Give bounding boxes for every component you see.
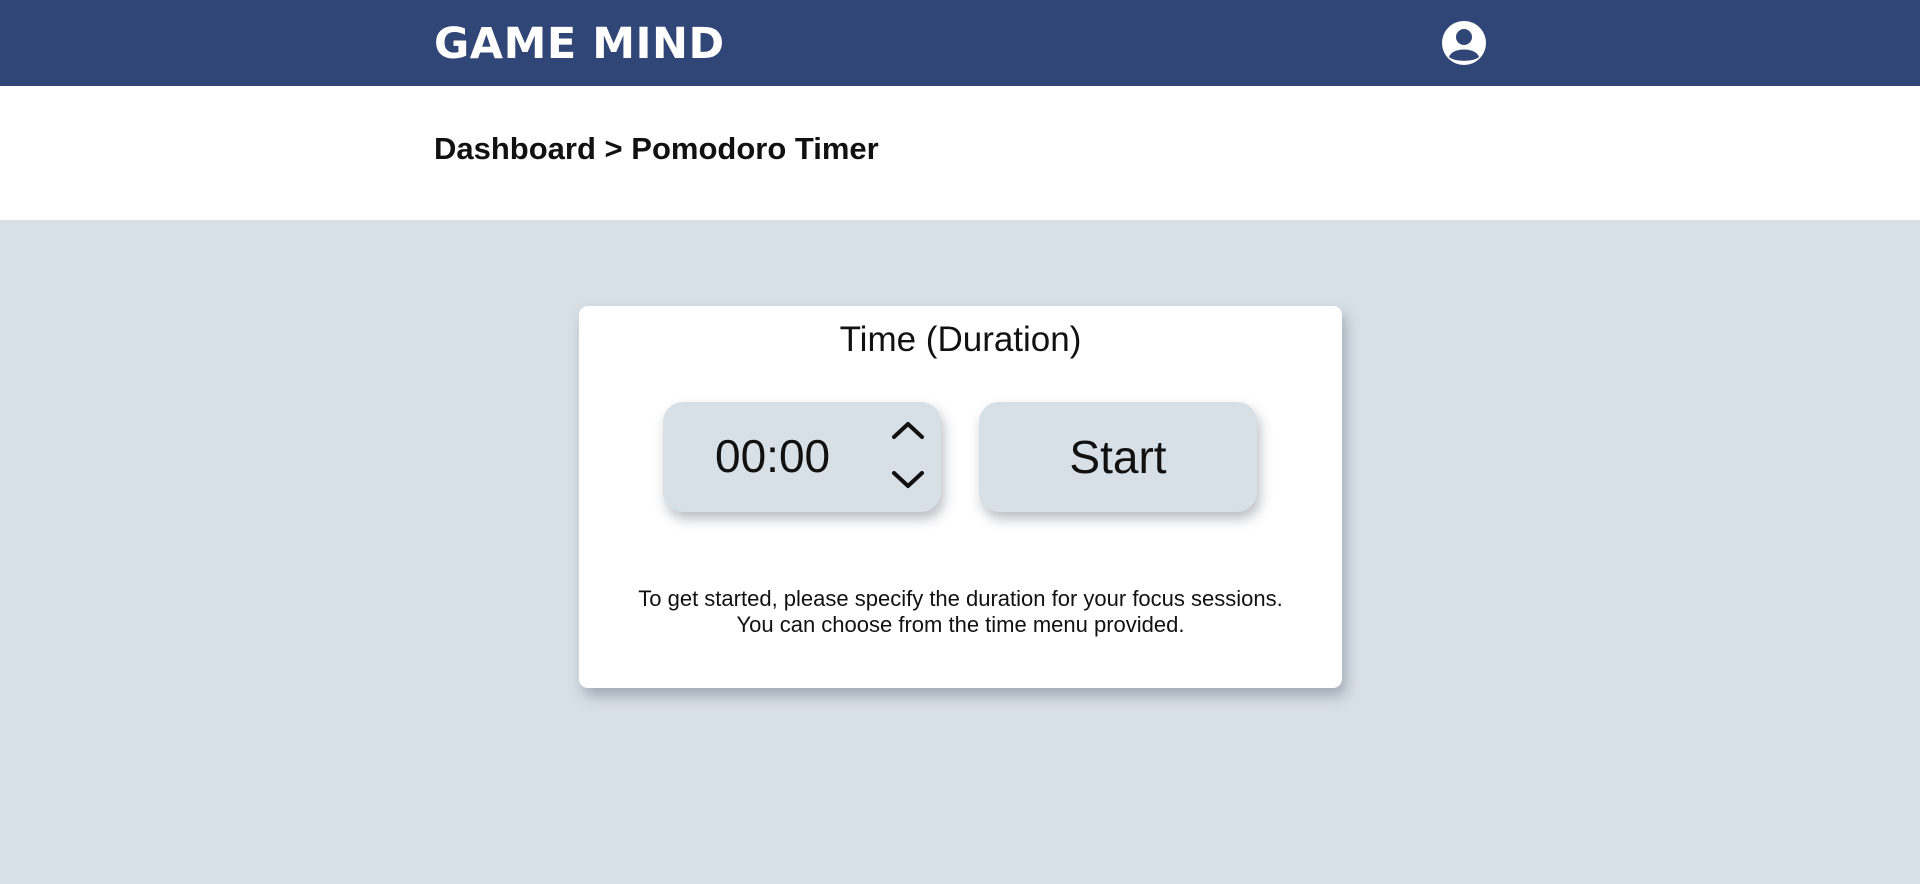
helper-text: To get started, please specify the durat… bbox=[579, 586, 1342, 638]
top-navbar: GAME MIND bbox=[0, 0, 1920, 86]
breadcrumb-separator: > bbox=[604, 131, 623, 166]
profile-button[interactable] bbox=[1441, 20, 1487, 66]
decrease-duration-button[interactable] bbox=[890, 466, 926, 494]
breadcrumb: Dashboard > Pomodoro Timer bbox=[434, 131, 879, 167]
timer-card: Time (Duration) 00:00 Start To get start… bbox=[579, 306, 1342, 688]
card-title: Time (Duration) bbox=[839, 320, 1082, 359]
start-button[interactable]: Start bbox=[979, 402, 1257, 512]
helper-text-line-1: To get started, please specify the durat… bbox=[638, 586, 1283, 611]
chevron-up-icon bbox=[892, 422, 924, 439]
helper-text-line-2: You can choose from the time menu provid… bbox=[736, 612, 1185, 637]
breadcrumb-current: Pomodoro Timer bbox=[631, 131, 879, 166]
user-circle-icon bbox=[1442, 21, 1486, 65]
increase-duration-button[interactable] bbox=[890, 416, 926, 444]
brand-logo[interactable]: GAME MIND bbox=[434, 20, 725, 68]
breadcrumb-bar: Dashboard > Pomodoro Timer bbox=[0, 86, 1920, 220]
duration-value[interactable]: 00:00 bbox=[715, 428, 830, 484]
chevron-down-icon bbox=[892, 471, 924, 488]
duration-picker: 00:00 bbox=[663, 402, 941, 512]
breadcrumb-dashboard-link[interactable]: Dashboard bbox=[434, 131, 596, 166]
